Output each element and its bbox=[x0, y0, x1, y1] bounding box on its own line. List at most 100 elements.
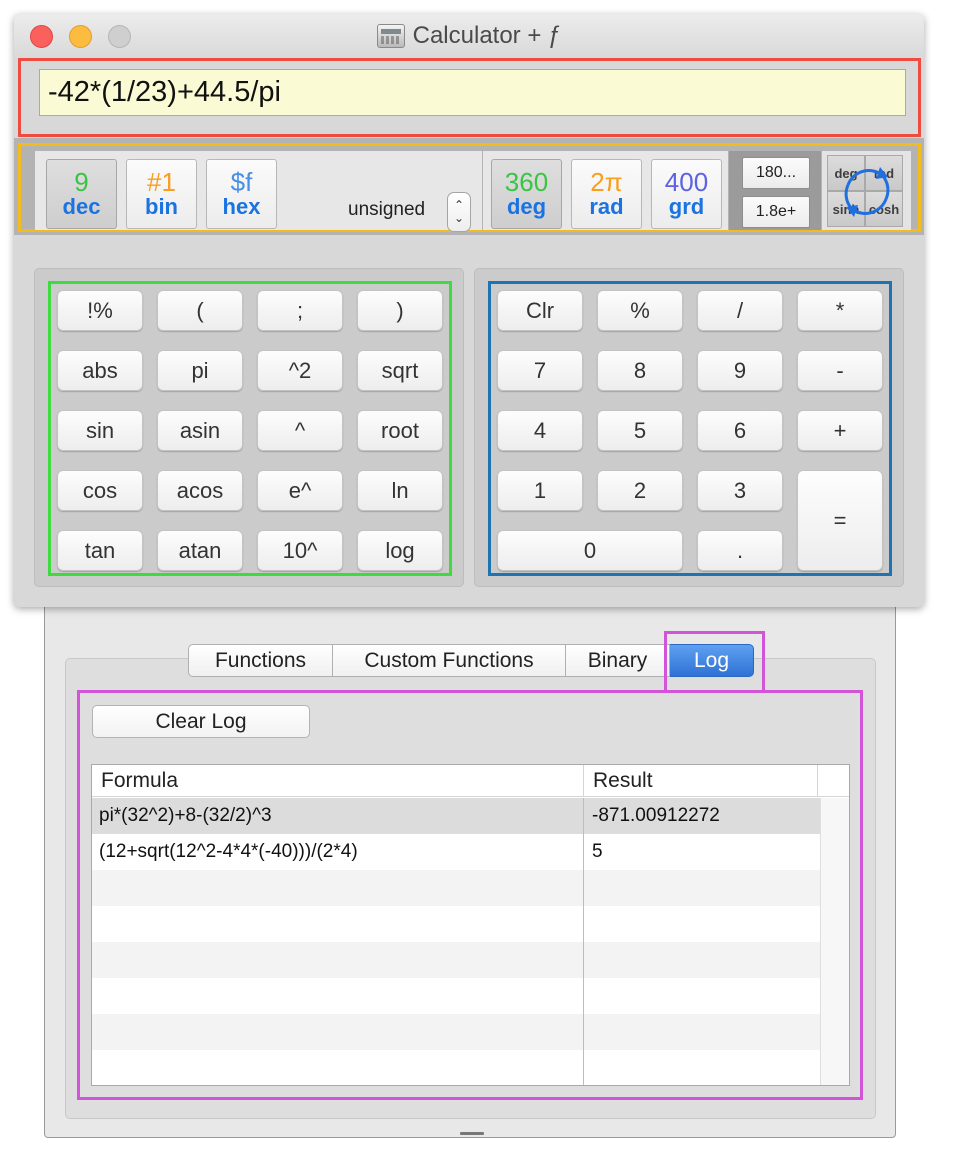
key-power[interactable]: ^ bbox=[257, 410, 343, 451]
key-3[interactable]: 3 bbox=[697, 470, 783, 511]
deg-mode-button[interactable]: 360 deg bbox=[491, 159, 562, 229]
window-title: Calculator + ƒ bbox=[412, 22, 562, 49]
empty-cell bbox=[92, 942, 584, 978]
calculator-icon bbox=[376, 24, 405, 48]
key-square[interactable]: ^2 bbox=[257, 350, 343, 391]
empty-cell bbox=[92, 906, 584, 942]
result-column-header[interactable]: Result bbox=[584, 765, 818, 797]
key-4[interactable]: 4 bbox=[497, 410, 583, 451]
tab-custom-functions[interactable]: Custom Functions bbox=[333, 644, 566, 677]
fixed-format-button[interactable]: 180... bbox=[742, 157, 810, 189]
hex-value: $f bbox=[230, 167, 253, 197]
key-atan[interactable]: atan bbox=[157, 530, 243, 571]
table-row[interactable]: pi*(32^2)+8-(32/2)^3 -871.00912272 bbox=[92, 798, 820, 834]
grd-mode-button[interactable]: 400 grd bbox=[651, 159, 722, 229]
key-asin[interactable]: asin bbox=[157, 410, 243, 451]
rad-mode-button[interactable]: 2π rad bbox=[571, 159, 642, 229]
log-table: Formula Result pi*(32^2)+8-(32/2)^3 -871… bbox=[91, 764, 850, 1086]
dec-label: dec bbox=[62, 194, 101, 219]
function-keypad-panel: !% ( ; ) abs pi ^2 sqrt sin asin ^ root … bbox=[34, 268, 464, 587]
key-8[interactable]: 8 bbox=[597, 350, 683, 391]
key-pi[interactable]: pi bbox=[157, 350, 243, 391]
key-minus[interactable]: - bbox=[797, 350, 883, 391]
key-sqrt[interactable]: sqrt bbox=[357, 350, 443, 391]
tab-log[interactable]: Log bbox=[670, 644, 754, 677]
key-tan[interactable]: tan bbox=[57, 530, 143, 571]
key-6[interactable]: 6 bbox=[697, 410, 783, 451]
mode-toolbar-frame: 9 dec #1 bin $f hex unsigned ⌃ ⌄ 360 deg… bbox=[18, 143, 921, 232]
empty-cell bbox=[92, 870, 584, 906]
clear-log-button[interactable]: Clear Log bbox=[92, 705, 310, 738]
tab-functions[interactable]: Functions bbox=[188, 644, 333, 677]
key-ten-power[interactable]: 10^ bbox=[257, 530, 343, 571]
key-factorial-percent[interactable]: !% bbox=[57, 290, 143, 331]
key-clear[interactable]: Clr bbox=[497, 290, 583, 331]
key-7[interactable]: 7 bbox=[497, 350, 583, 391]
deg-label: deg bbox=[506, 194, 547, 219]
grd-label: grd bbox=[668, 194, 705, 219]
trig-sinh-cell[interactable]: sinh bbox=[827, 191, 865, 227]
key-close-paren[interactable]: ) bbox=[357, 290, 443, 331]
empty-cell bbox=[92, 978, 584, 1014]
table-row[interactable]: (12+sqrt(12^2-4*4*(-40)))/(2*4) 5 bbox=[92, 834, 820, 870]
hex-label: hex bbox=[222, 194, 261, 219]
key-acos[interactable]: acos bbox=[157, 470, 243, 511]
key-log[interactable]: log bbox=[357, 530, 443, 571]
formula-column-header[interactable]: Formula bbox=[92, 765, 584, 797]
key-abs[interactable]: abs bbox=[57, 350, 143, 391]
drawer-panel: Functions Custom Functions Binary Log Cl… bbox=[44, 600, 896, 1138]
key-open-paren[interactable]: ( bbox=[157, 290, 243, 331]
empty-cell bbox=[92, 1050, 584, 1085]
function-keypad: !% ( ; ) abs pi ^2 sqrt sin asin ^ root … bbox=[48, 281, 452, 576]
number-format-group: 180... 1.8e+ bbox=[729, 151, 821, 230]
title-bar[interactable]: Calculator + ƒ bbox=[14, 14, 924, 58]
result-cell: 5 bbox=[592, 841, 603, 862]
key-multiply[interactable]: * bbox=[797, 290, 883, 331]
hex-mode-button[interactable]: $f hex bbox=[206, 159, 277, 229]
key-root[interactable]: root bbox=[357, 410, 443, 451]
empty-row bbox=[92, 1050, 820, 1085]
key-sin[interactable]: sin bbox=[57, 410, 143, 451]
grd-value: 400 bbox=[664, 167, 709, 197]
expression-input[interactable] bbox=[39, 69, 906, 116]
empty-cell bbox=[584, 906, 820, 942]
empty-cell bbox=[584, 1050, 820, 1085]
empty-cell bbox=[584, 1014, 820, 1050]
dec-mode-button[interactable]: 9 dec bbox=[46, 159, 117, 229]
trig-cosh-cell[interactable]: cosh bbox=[865, 191, 903, 227]
key-decimal[interactable]: . bbox=[697, 530, 783, 571]
key-0[interactable]: 0 bbox=[497, 530, 683, 571]
key-5[interactable]: 5 bbox=[597, 410, 683, 451]
log-scrollbar[interactable] bbox=[820, 798, 849, 1085]
empty-cell bbox=[584, 870, 820, 906]
bin-mode-button[interactable]: #1 bin bbox=[126, 159, 197, 229]
key-9[interactable]: 9 bbox=[697, 350, 783, 391]
rad-value: 2π bbox=[590, 167, 623, 197]
key-cos[interactable]: cos bbox=[57, 470, 143, 511]
key-divide[interactable]: / bbox=[697, 290, 783, 331]
log-rows: pi*(32^2)+8-(32/2)^3 -871.00912272 (12+s… bbox=[92, 798, 820, 1085]
number-base-group: 9 dec #1 bin $f hex unsigned ⌃ ⌄ bbox=[35, 151, 482, 232]
key-exp[interactable]: e^ bbox=[257, 470, 343, 511]
signedness-stepper[interactable]: ⌃ ⌄ bbox=[447, 192, 471, 232]
key-plus[interactable]: + bbox=[797, 410, 883, 451]
trig-toggle-group: deg rad sinh cosh bbox=[822, 151, 911, 230]
drawer-tabs: Functions Custom Functions Binary Log bbox=[188, 644, 754, 677]
key-semicolon[interactable]: ; bbox=[257, 290, 343, 331]
key-1[interactable]: 1 bbox=[497, 470, 583, 511]
drawer-resize-handle[interactable] bbox=[460, 1132, 484, 1135]
empty-cell bbox=[584, 942, 820, 978]
key-2[interactable]: 2 bbox=[597, 470, 683, 511]
dec-value: 9 bbox=[74, 167, 89, 197]
tab-binary[interactable]: Binary bbox=[566, 644, 670, 677]
trig-rad-cell[interactable]: rad bbox=[865, 155, 903, 191]
trig-deg-cell[interactable]: deg bbox=[827, 155, 865, 191]
scientific-format-button[interactable]: 1.8e+ bbox=[742, 196, 810, 228]
key-percent[interactable]: % bbox=[597, 290, 683, 331]
empty-cell bbox=[584, 978, 820, 1014]
bin-value: #1 bbox=[147, 167, 176, 197]
numeric-keypad-panel: Clr % / * 7 8 9 - 4 5 6 + 1 2 3 = 0 . bbox=[474, 268, 904, 587]
key-ln[interactable]: ln bbox=[357, 470, 443, 511]
empty-row bbox=[92, 1014, 820, 1050]
key-equals[interactable]: = bbox=[797, 470, 883, 571]
